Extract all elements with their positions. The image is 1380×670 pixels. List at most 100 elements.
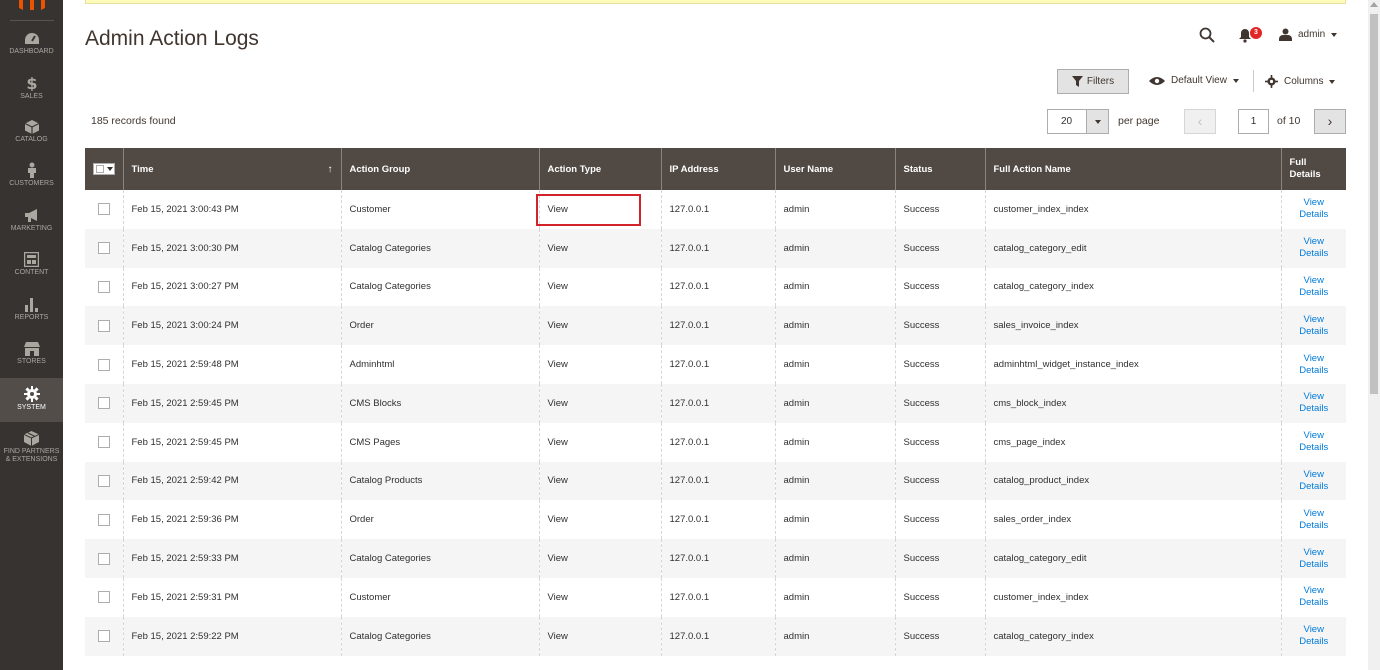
sidebar-item-catalog[interactable]: Catalog	[0, 120, 63, 164]
row-checkbox[interactable]	[97, 242, 110, 255]
person-icon	[27, 162, 36, 178]
table-row[interactable]: Feb 15, 2021 2:59:31 PM Customer View 127.0…	[85, 577, 1346, 617]
scrollbar-thumb[interactable]	[1370, 14, 1378, 394]
column-header-full-action-name[interactable]: Full Action Name	[984, 148, 1281, 190]
grid-header-row: Time ↑ Action Group Action Type IP Addres…	[85, 148, 1346, 190]
next-page-button[interactable]: ›	[1314, 109, 1346, 134]
view-details-link[interactable]: View Details	[1297, 197, 1331, 221]
sidebar-item-label: Reports	[14, 314, 49, 321]
view-details-link[interactable]: View Details	[1297, 508, 1331, 532]
cell-type: View	[538, 422, 661, 462]
sidebar-item-dashboard[interactable]: Dashboard	[0, 32, 63, 76]
table-row[interactable]: Feb 15, 2021 2:59:33 PM Catalog Categorie…	[85, 539, 1346, 578]
cell-status: Success	[894, 267, 985, 307]
search-icon[interactable]	[1199, 27, 1215, 43]
sidebar-item-content[interactable]: Content	[0, 252, 63, 296]
view-details-link[interactable]: View Details	[1297, 236, 1331, 260]
admin-user-menu[interactable]: admin	[1279, 28, 1338, 41]
row-checkbox[interactable]	[97, 319, 110, 332]
row-checkbox[interactable]	[97, 280, 110, 293]
column-header-time[interactable]: Time ↑	[122, 148, 341, 190]
row-checkbox[interactable]	[97, 474, 110, 487]
column-header-ip-address[interactable]: IP Address	[660, 148, 775, 190]
table-row[interactable]: Feb 15, 2021 2:59:22 PM Catalog Categorie…	[85, 616, 1346, 656]
row-checkbox[interactable]	[97, 358, 110, 371]
view-details-link[interactable]: View Details	[1297, 391, 1331, 415]
cell-status: Success	[894, 461, 985, 501]
sidebar-item-label: Sales	[20, 93, 43, 100]
view-details-link[interactable]: View Details	[1297, 275, 1331, 299]
page-scrollbar[interactable]	[1368, 0, 1380, 670]
view-details-link[interactable]: View Details	[1297, 314, 1331, 338]
table-row[interactable]: Feb 15, 2021 3:00:30 PM Catalog Categorie…	[85, 228, 1346, 268]
table-row[interactable]: Feb 15, 2021 3:00:27 PM Catalog Categorie…	[85, 267, 1346, 307]
cell-details: View Details	[1280, 306, 1346, 346]
view-details-link[interactable]: View Details	[1297, 624, 1331, 648]
row-checkbox[interactable]	[97, 630, 110, 643]
row-checkbox[interactable]	[97, 203, 110, 216]
cell-time: Feb 15, 2021 2:59:36 PM	[122, 500, 341, 540]
page-number-input[interactable]: 1	[1238, 109, 1269, 134]
sidebar-item-customers[interactable]: Customers	[0, 162, 63, 206]
row-select-cell	[85, 228, 123, 268]
per-page-label: per page	[1118, 115, 1160, 127]
notification-badge: 3	[1250, 27, 1262, 39]
mass-action-checkbox[interactable]	[93, 162, 115, 175]
column-header-status[interactable]: Status	[894, 148, 985, 190]
cell-ip: 127.0.0.1	[660, 577, 775, 617]
table-row[interactable]: Feb 15, 2021 3:00:24 PM Order View 127.0.0.…	[85, 306, 1346, 346]
column-header-action-group[interactable]: Action Group	[340, 148, 539, 190]
column-header-action-type[interactable]: Action Type	[538, 148, 661, 190]
row-checkbox[interactable]	[97, 552, 110, 565]
cell-group: Customer	[340, 190, 539, 229]
cell-action: customer_index_index	[984, 190, 1281, 229]
per-page-dropdown-button[interactable]	[1086, 110, 1108, 133]
sidebar-item-reports[interactable]: Reports	[0, 297, 63, 341]
per-page-select[interactable]: 20	[1047, 109, 1109, 134]
view-switcher[interactable]: Default View	[1149, 75, 1239, 86]
cell-group: Catalog Categories	[340, 616, 539, 656]
previous-page-button[interactable]: ‹	[1184, 109, 1216, 134]
sidebar-item-system[interactable]: System	[0, 378, 63, 422]
filters-button[interactable]: Filters	[1057, 69, 1129, 94]
sidebar-item-partners[interactable]: Find Partners & Extensions	[0, 431, 63, 471]
table-row[interactable]: Feb 15, 2021 2:59:45 PM CMS Blocks View 127…	[85, 383, 1346, 423]
cell-user: admin	[774, 190, 895, 229]
magento-logo-icon[interactable]	[17, 0, 47, 10]
sidebar-item-sales[interactable]: $ Sales	[0, 75, 63, 119]
column-header-user-name[interactable]: User Name	[774, 148, 895, 190]
mass-select-header[interactable]	[85, 148, 123, 190]
cell-action: adminhtml_widget_instance_index	[984, 345, 1281, 384]
row-checkbox[interactable]	[97, 397, 110, 410]
filters-label: Filters	[1086, 76, 1115, 87]
cell-action: catalog_product_index	[984, 461, 1281, 501]
row-checkbox[interactable]	[97, 436, 110, 449]
cell-ip: 127.0.0.1	[660, 345, 775, 384]
view-details-link[interactable]: View Details	[1297, 547, 1331, 571]
column-title: Full Details	[1289, 157, 1321, 180]
cell-user: admin	[774, 306, 895, 346]
table-row[interactable]: Feb 15, 2021 2:59:45 PM CMS Pages View 127.…	[85, 422, 1346, 462]
cell-status: Success	[894, 577, 985, 617]
row-select-cell	[85, 383, 123, 423]
table-row[interactable]: Feb 15, 2021 2:59:48 PM Adminhtml View 127.…	[85, 345, 1346, 384]
cell-type: View	[538, 383, 661, 423]
cell-details: View Details	[1280, 190, 1346, 229]
table-row[interactable]: Feb 15, 2021 2:59:36 PM Order View 127.0.0.…	[85, 500, 1346, 540]
table-row[interactable]: Feb 15, 2021 3:00:43 PM Customer View 127.0…	[85, 190, 1346, 229]
view-details-link[interactable]: View Details	[1297, 585, 1331, 609]
view-details-link[interactable]: View Details	[1297, 353, 1331, 377]
view-details-link[interactable]: View Details	[1297, 469, 1331, 493]
megaphone-icon	[24, 209, 37, 222]
row-checkbox[interactable]	[97, 513, 110, 526]
svg-text:$: $	[26, 75, 37, 91]
table-row[interactable]: Feb 15, 2021 2:59:42 PM Catalog Products V…	[85, 461, 1346, 501]
sidebar-item-marketing[interactable]: Marketing	[0, 209, 63, 253]
cell-type: View	[538, 267, 661, 307]
cell-details: View Details	[1280, 345, 1346, 384]
row-checkbox[interactable]	[97, 591, 110, 604]
columns-control[interactable]: Columns	[1265, 75, 1336, 88]
view-details-link[interactable]: View Details	[1297, 430, 1331, 454]
row-select-cell	[85, 422, 123, 462]
scroll-up-arrow-icon[interactable]	[1370, 2, 1378, 7]
